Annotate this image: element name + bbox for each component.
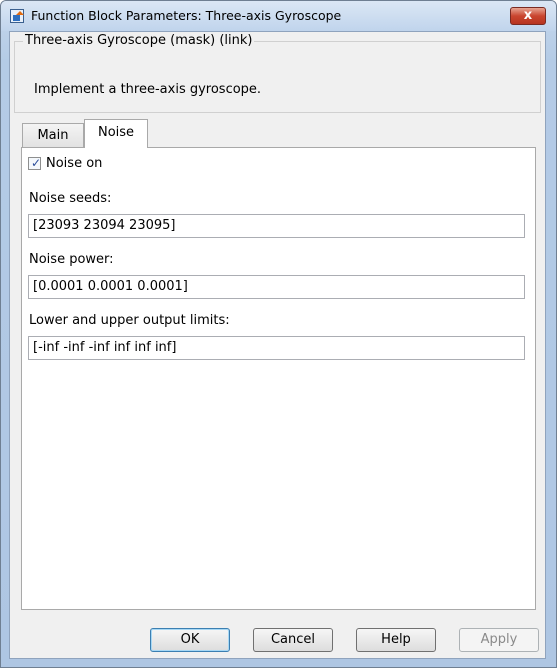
tab-noise[interactable]: Noise xyxy=(84,119,148,148)
noise-tab-panel: ✓ Noise on Noise seeds: [23093 23094 230… xyxy=(21,147,536,610)
group-legend: Three-axis Gyroscope (mask) (link) xyxy=(23,33,255,48)
noise-power-label: Noise power: xyxy=(29,252,114,267)
close-icon: x xyxy=(523,8,533,23)
noise-on-checkbox[interactable]: ✓ xyxy=(28,157,41,170)
ok-button[interactable]: OK xyxy=(150,628,230,652)
close-button[interactable]: x xyxy=(510,7,546,25)
output-limits-input[interactable]: [-inf -inf -inf inf inf inf] xyxy=(28,336,525,360)
noise-seeds-label: Noise seeds: xyxy=(29,191,112,206)
mask-description: Implement a three-axis gyroscope. xyxy=(34,82,262,97)
noise-on-label: Noise on xyxy=(46,156,103,171)
checkmark-icon: ✓ xyxy=(31,156,42,170)
noise-power-input[interactable]: [0.0001 0.0001 0.0001] xyxy=(28,275,525,299)
tab-main[interactable]: Main xyxy=(22,123,84,147)
simulink-block-icon xyxy=(10,9,24,23)
dialog-window: Function Block Parameters: Three-axis Gy… xyxy=(0,0,557,668)
window-title: Function Block Parameters: Three-axis Gy… xyxy=(31,8,342,23)
dialog-body: Three-axis Gyroscope (mask) (link) Imple… xyxy=(9,31,546,659)
help-button[interactable]: Help xyxy=(356,628,436,652)
cancel-button[interactable]: Cancel xyxy=(253,628,333,652)
mask-description-group: Three-axis Gyroscope (mask) (link) xyxy=(14,33,541,113)
noise-seeds-input[interactable]: [23093 23094 23095] xyxy=(28,214,525,238)
apply-button[interactable]: Apply xyxy=(459,628,539,652)
output-limits-label: Lower and upper output limits: xyxy=(29,313,230,328)
title-bar[interactable]: Function Block Parameters: Three-axis Gy… xyxy=(1,1,556,31)
